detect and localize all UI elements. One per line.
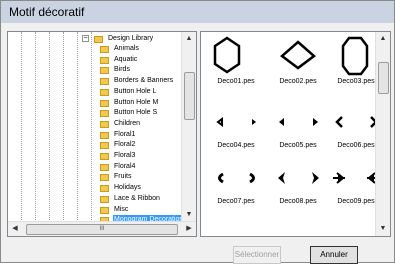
folder-icon (100, 120, 109, 128)
tree-list: − Design Library Animals Aquatic Birds Bord… (8, 32, 185, 235)
select-button[interactable]: Sélectionner (233, 246, 281, 264)
folder-icon (100, 153, 109, 160)
motif-filename: Deco02.pes (279, 78, 317, 85)
scroll-thumb[interactable] (184, 72, 195, 120)
tree-node-label: Floral2 (114, 141, 136, 149)
tree-node-label: Birds (114, 66, 130, 74)
motif-dialog: Motif décoratif − Design Library Animals… (0, 0, 395, 264)
diamond-outline-icon (280, 40, 316, 70)
scroll-down-arrow-icon[interactable]: ▼ (182, 208, 196, 222)
folder-open-icon (94, 36, 103, 43)
tree-node-label: Children (114, 119, 141, 127)
motif-filename: Deco04.pes (217, 142, 255, 149)
folder-icon (100, 67, 109, 75)
tree-node-label: Design Library (108, 35, 154, 42)
motif-filename: Deco01.pes (217, 78, 255, 85)
tree-node-label: Floral1 (114, 130, 136, 138)
window-title: Motif décoratif (9, 5, 85, 19)
folder-icon (100, 163, 109, 171)
tree-node-label: Aquatic (114, 55, 138, 63)
folder-icon (100, 46, 109, 53)
folder-icon (100, 195, 109, 203)
scroll-up-arrow-icon[interactable]: ▲ (376, 32, 390, 46)
tree-node-label: Lace & Ribbon (114, 194, 160, 202)
motif-grid: Deco01.pes Deco02.pes Deco03.pes Deco04.pes… (200, 31, 391, 237)
folder-icon (100, 142, 109, 150)
tree-node-label: Floral3 (114, 152, 136, 159)
folder-icon (100, 110, 109, 118)
folder-icon (100, 185, 109, 193)
collapse-icon[interactable]: − (82, 35, 89, 42)
motif-filename: Deco07.pes (217, 198, 255, 205)
tree-vertical-scrollbar[interactable]: ▲ ▼ (181, 32, 196, 222)
motif-filename: Deco05.pes (279, 142, 317, 149)
folder-icon (100, 88, 109, 96)
hexagon-outline-icon (213, 36, 241, 74)
scroll-right-arrow-icon[interactable]: ▶ (182, 222, 196, 236)
scroll-thumb[interactable]: III (26, 224, 178, 235)
motif-item[interactable]: Deco08.pes (269, 160, 327, 218)
scroll-up-arrow-icon[interactable]: ▲ (182, 32, 196, 46)
motif-item[interactable]: Deco01.pes (207, 34, 265, 92)
tree-node-label: Fruits (114, 173, 132, 181)
title-bar: Motif décoratif (1, 1, 394, 23)
tree-horizontal-scrollbar[interactable]: ◀ III ▶ (8, 221, 196, 236)
tree-node-label: Button Hole M (114, 98, 159, 106)
tree-node-label: Holidays (114, 184, 141, 192)
folder-icon (100, 174, 109, 182)
motif-item[interactable]: Deco07.pes (207, 160, 265, 218)
tree-node-label: Borders & Banners (114, 77, 174, 85)
motif-filename: Deco08.pes (279, 198, 317, 205)
folder-icon (100, 206, 109, 214)
motif-item[interactable]: Deco05.pes (269, 104, 327, 162)
tree-node-label: Button Hole S (114, 109, 158, 117)
folder-icon (100, 99, 109, 107)
motif-vertical-scrollbar[interactable]: ▲ ▼ (375, 32, 390, 236)
scroll-thumb[interactable] (378, 62, 389, 94)
tree-node-label: Misc (114, 205, 129, 213)
folder-icon (100, 56, 109, 64)
tree-node-label: Animals (114, 45, 139, 52)
motif-item[interactable]: Deco04.pes (207, 104, 265, 162)
motif-item[interactable]: Deco02.pes (269, 34, 327, 92)
tree-node-label: Button Hole L (114, 87, 157, 95)
folder-icon (100, 78, 109, 86)
folder-tree[interactable]: − Design Library Animals Aquatic Birds Bord… (7, 31, 197, 237)
cancel-button[interactable]: Annuler (310, 246, 358, 264)
scroll-down-arrow-icon[interactable]: ▼ (376, 222, 390, 236)
scroll-left-arrow-icon[interactable]: ◀ (8, 222, 22, 236)
tree-node-label: Floral4 (114, 162, 136, 170)
folder-icon (100, 131, 109, 139)
